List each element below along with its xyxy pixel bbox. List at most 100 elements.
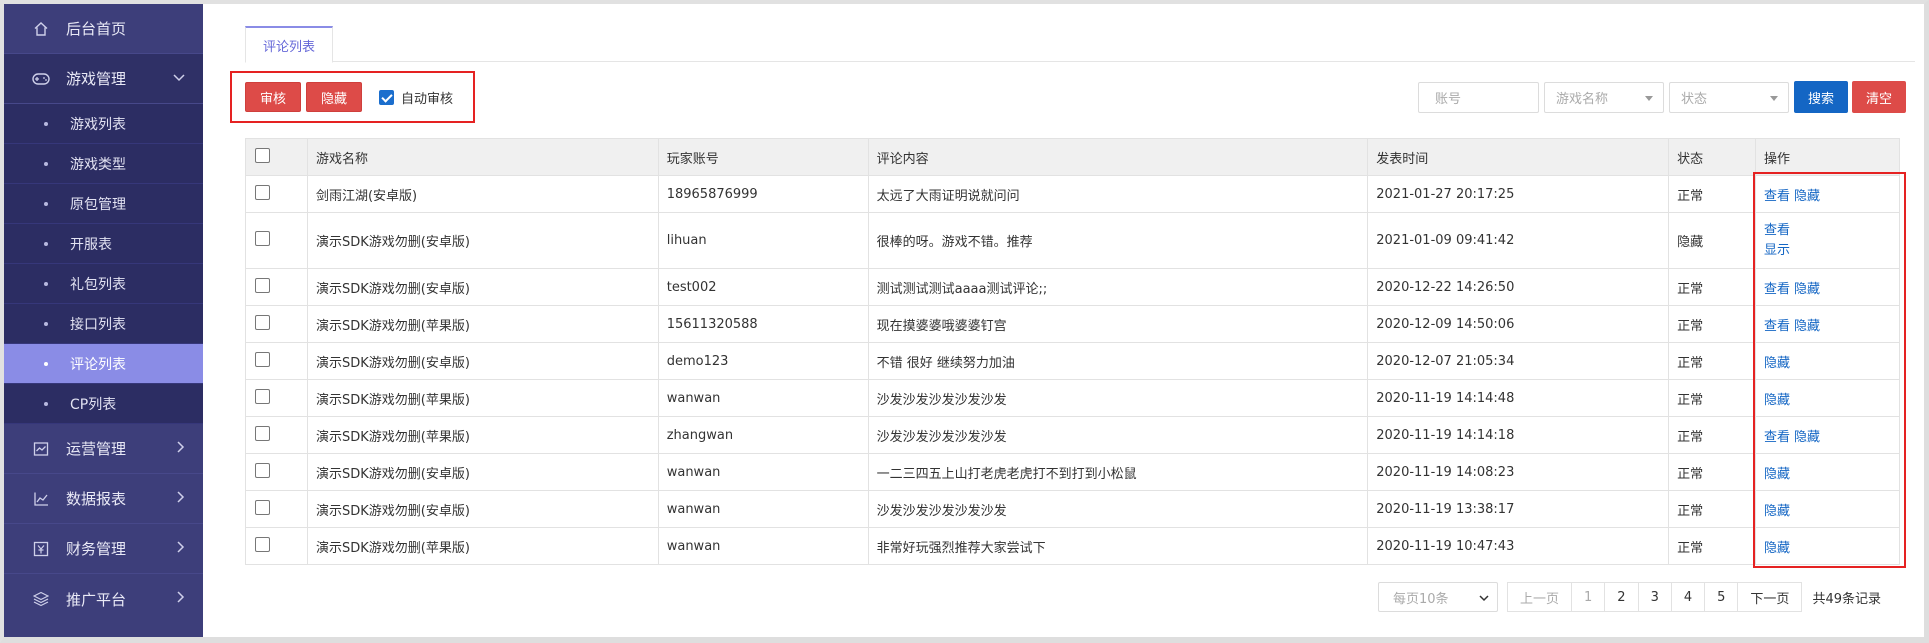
hide-link[interactable]: 隐藏 <box>1764 541 1790 556</box>
cell-game-name: 演示SDK游戏勿删(安卓版) <box>306 453 659 491</box>
sidebar-item-label: 礼包列表 <box>70 276 126 293</box>
cell-actions: 隐藏 <box>1755 527 1900 565</box>
header-publish-time: 发表时间 <box>1367 138 1670 176</box>
cell-publish-time: 2020-11-19 14:14:48 <box>1367 379 1670 417</box>
cell-status: 正常 <box>1668 416 1757 454</box>
row-checkbox[interactable] <box>255 351 270 367</box>
row-checkbox[interactable] <box>255 231 270 246</box>
table-row: 演示SDK游戏勿删(安卓版) demo123 不错 很好 继续努力加油 2020-12… <box>245 342 1900 380</box>
hide-link[interactable]: 隐藏 <box>1794 189 1820 204</box>
sidebar-item-gift-list[interactable]: 礼包列表 <box>4 264 203 304</box>
comment-table: 游戏名称 玩家账号 评论内容 发表时间 状态 操作 剑雨江湖(安卓版) 18965… <box>245 138 1900 565</box>
cell-publish-time: 2020-12-07 21:05:34 <box>1367 342 1670 380</box>
sidebar-item-label: 游戏类型 <box>70 156 126 173</box>
view-link[interactable]: 查看 <box>1764 282 1790 297</box>
hide-link[interactable]: 隐藏 <box>1764 393 1790 408</box>
cell-actions: 查看 隐藏 <box>1755 175 1900 213</box>
auto-approve-toggle[interactable]: 自动审核 <box>379 88 453 107</box>
row-checkbox[interactable] <box>255 462 270 478</box>
view-link[interactable]: 查看 <box>1764 189 1790 204</box>
sidebar-item-finance[interactable]: 财务管理 <box>4 524 203 574</box>
bullet-icon <box>44 161 48 166</box>
cell-game-name: 演示SDK游戏勿删(苹果版) <box>306 305 659 343</box>
line-chart-icon <box>32 490 50 508</box>
header-status: 状态 <box>1668 138 1757 176</box>
bulk-actions-highlight: 审核 隐藏 自动审核 <box>230 71 475 123</box>
tab-comment-list[interactable]: 评论列表 <box>245 26 333 63</box>
sidebar-item-game-types[interactable]: 游戏类型 <box>4 144 203 184</box>
row-checkbox[interactable] <box>255 314 270 330</box>
bullet-icon <box>44 321 48 326</box>
caret-down-icon <box>1770 95 1778 101</box>
hide-link[interactable]: 隐藏 <box>1764 504 1790 519</box>
row-checkbox[interactable] <box>255 184 270 200</box>
row-select-cell <box>245 305 308 343</box>
table-row: 演示SDK游戏勿删(安卓版) wanwan 沙发沙发沙发沙发沙发 2020-11-19… <box>245 490 1900 528</box>
show-link[interactable]: 显示 <box>1764 241 1887 261</box>
table-row: 演示SDK游戏勿删(苹果版) wanwan 非常好玩强烈推荐大家尝试下 2020-11… <box>245 527 1900 565</box>
sidebar-item-comment-list[interactable]: 评论列表 <box>4 344 203 384</box>
table-row: 演示SDK游戏勿删(安卓版) lihuan 很棒的呀。游戏不错。推荐 2021-01-… <box>245 212 1900 269</box>
sidebar-item-label: 开服表 <box>70 236 112 253</box>
hide-link[interactable]: 隐藏 <box>1764 356 1790 371</box>
hide-link[interactable]: 隐藏 <box>1764 467 1790 482</box>
page-2-button[interactable]: 2 <box>1604 582 1639 612</box>
hide-link[interactable]: 隐藏 <box>1794 319 1820 334</box>
cell-comment-content: 沙发沙发沙发沙发沙发 <box>867 379 1369 417</box>
page-1-button[interactable]: 1 <box>1571 582 1606 612</box>
approve-button[interactable]: 审核 <box>245 82 302 112</box>
view-link[interactable]: 查看 <box>1764 319 1790 334</box>
sidebar-item-cp-list[interactable]: CP列表 <box>4 384 203 424</box>
search-button[interactable]: 搜索 <box>1794 81 1848 113</box>
prev-page-button[interactable]: 上一页 <box>1507 582 1573 612</box>
next-page-button[interactable]: 下一页 <box>1737 582 1803 612</box>
status-placeholder: 状态 <box>1681 91 1708 107</box>
auto-approve-checkbox[interactable] <box>379 89 395 105</box>
sidebar-item-package-management[interactable]: 原包管理 <box>4 184 203 224</box>
row-checkbox[interactable] <box>255 388 270 404</box>
row-select-cell <box>245 416 308 454</box>
page-4-button[interactable]: 4 <box>1670 582 1706 612</box>
row-checkbox[interactable] <box>255 425 270 441</box>
row-checkbox[interactable] <box>255 499 270 515</box>
account-input[interactable]: 账号 <box>1418 81 1539 113</box>
cell-game-name: 演示SDK游戏勿删(苹果版) <box>306 416 659 454</box>
page-3-button[interactable]: 3 <box>1637 582 1672 612</box>
sidebar-item-server-schedule[interactable]: 开服表 <box>4 224 203 264</box>
page-size-value: 每页10条 <box>1393 591 1449 607</box>
cell-status: 正常 <box>1668 342 1757 380</box>
cell-player-account: 15611320588 <box>657 305 869 343</box>
table-row: 演示SDK游戏勿删(苹果版) wanwan 沙发沙发沙发沙发沙发 2020-11-19… <box>245 379 1900 417</box>
view-link[interactable]: 查看 <box>1764 430 1790 445</box>
sidebar-item-home[interactable]: 后台首页 <box>4 4 203 54</box>
cell-status: 正常 <box>1668 379 1757 417</box>
select-all-checkbox[interactable] <box>255 147 270 163</box>
row-checkbox[interactable] <box>255 536 270 552</box>
sidebar-item-operations[interactable]: 运营管理 <box>4 424 203 474</box>
hide-button[interactable]: 隐藏 <box>306 82 363 112</box>
status-select[interactable]: 状态 <box>1669 81 1789 113</box>
page-5-button[interactable]: 5 <box>1704 582 1739 612</box>
game-name-select[interactable]: 游戏名称 <box>1544 81 1664 113</box>
sidebar-item-data-reports[interactable]: 数据报表 <box>4 474 203 524</box>
hide-link[interactable]: 隐藏 <box>1794 282 1820 297</box>
row-checkbox[interactable] <box>255 277 270 293</box>
sidebar-item-label: 推广平台 <box>66 590 127 609</box>
row-select-cell <box>245 175 308 213</box>
sidebar-item-game-list[interactable]: 游戏列表 <box>4 104 203 144</box>
sidebar-item-game-management[interactable]: 游戏管理 <box>4 54 203 104</box>
table-row: 剑雨江湖(安卓版) 18965876999 太远了大雨证明说就问问 2021-01-2… <box>245 175 1900 213</box>
sidebar-item-label: 后台首页 <box>66 20 127 38</box>
game-submenu: 游戏列表 游戏类型 原包管理 开服表 礼包列表 接口列表 评论列表 CP列表 <box>4 104 203 424</box>
view-link[interactable]: 查看 <box>1764 221 1887 241</box>
page-size-select[interactable]: 每页10条 <box>1378 582 1498 612</box>
sidebar-item-label: 原包管理 <box>70 196 126 213</box>
sidebar-item-promotion[interactable]: 推广平台 <box>4 574 203 624</box>
clear-button[interactable]: 清空 <box>1852 81 1906 113</box>
sidebar-item-api-list[interactable]: 接口列表 <box>4 304 203 344</box>
row-select-cell <box>245 379 308 417</box>
hide-link[interactable]: 隐藏 <box>1794 430 1820 445</box>
cell-actions: 隐藏 <box>1755 490 1900 528</box>
bullet-icon <box>44 281 48 286</box>
cell-comment-content: 一二三四五上山打老虎老虎打不到打到小松鼠 <box>867 453 1369 491</box>
